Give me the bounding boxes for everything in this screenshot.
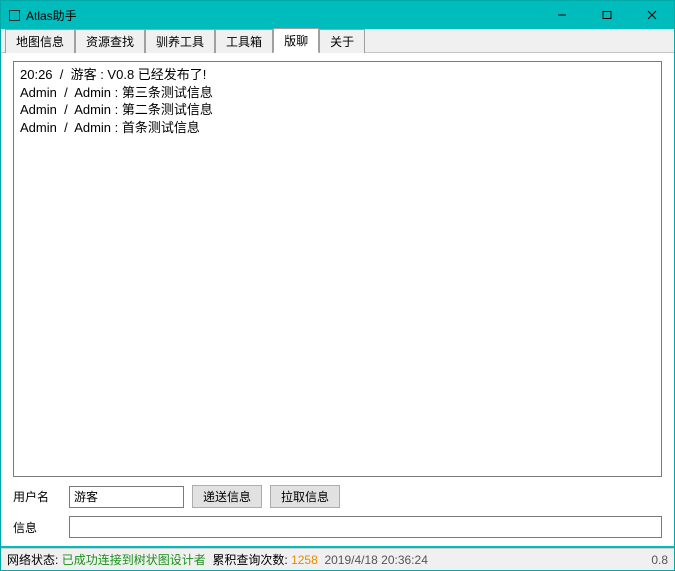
network-status-value: 已成功连接到树状图设计者	[62, 551, 206, 568]
statusbar: 网络状态: 已成功连接到树状图设计者 累积查询次数: 1258 2019/4/1…	[1, 548, 674, 570]
message-row: 信息	[13, 516, 662, 538]
username-row: 用户名 递送信息 拉取信息	[13, 485, 662, 508]
app-window: Atlas助手 地图信息 资源查找 驯养工具 工具箱 版聊 关于 20:26 /…	[0, 0, 675, 571]
query-count-label: 累积查询次数:	[212, 551, 287, 568]
tabbar: 地图信息 资源查找 驯养工具 工具箱 版聊 关于	[1, 29, 674, 53]
chat-line: Admin / Admin : 第二条测试信息	[20, 101, 655, 119]
status-datetime: 2019/4/18 20:36:24	[324, 553, 427, 567]
tab-map-info[interactable]: 地图信息	[5, 29, 75, 53]
send-button[interactable]: 递送信息	[192, 485, 262, 508]
network-status-label: 网络状态:	[7, 551, 58, 568]
message-input[interactable]	[69, 516, 662, 538]
version-label: 0.8	[651, 553, 668, 567]
tab-chat[interactable]: 版聊	[273, 28, 319, 53]
chat-log[interactable]: 20:26 / 游客 : V0.8 已经发布了! Admin / Admin :…	[13, 61, 662, 477]
tab-content: 20:26 / 游客 : V0.8 已经发布了! Admin / Admin :…	[1, 53, 674, 546]
maximize-button[interactable]	[584, 1, 629, 29]
message-label: 信息	[13, 519, 61, 536]
tab-taming-tools[interactable]: 驯养工具	[145, 29, 215, 53]
chat-line: Admin / Admin : 首条测试信息	[20, 119, 655, 137]
username-label: 用户名	[13, 488, 61, 505]
titlebar: Atlas助手	[1, 1, 674, 29]
app-icon	[7, 8, 21, 22]
window-title: Atlas助手	[26, 7, 539, 24]
tab-toolbox[interactable]: 工具箱	[215, 29, 273, 53]
close-button[interactable]	[629, 1, 674, 29]
pull-button[interactable]: 拉取信息	[270, 485, 340, 508]
window-controls	[539, 1, 674, 29]
query-count-value: 1258	[291, 553, 318, 567]
chat-line: 20:26 / 游客 : V0.8 已经发布了!	[20, 66, 655, 84]
minimize-button[interactable]	[539, 1, 584, 29]
tab-resource-search[interactable]: 资源查找	[75, 29, 145, 53]
username-input[interactable]	[69, 486, 184, 508]
tab-about[interactable]: 关于	[319, 29, 365, 53]
chat-line: Admin / Admin : 第三条测试信息	[20, 84, 655, 102]
